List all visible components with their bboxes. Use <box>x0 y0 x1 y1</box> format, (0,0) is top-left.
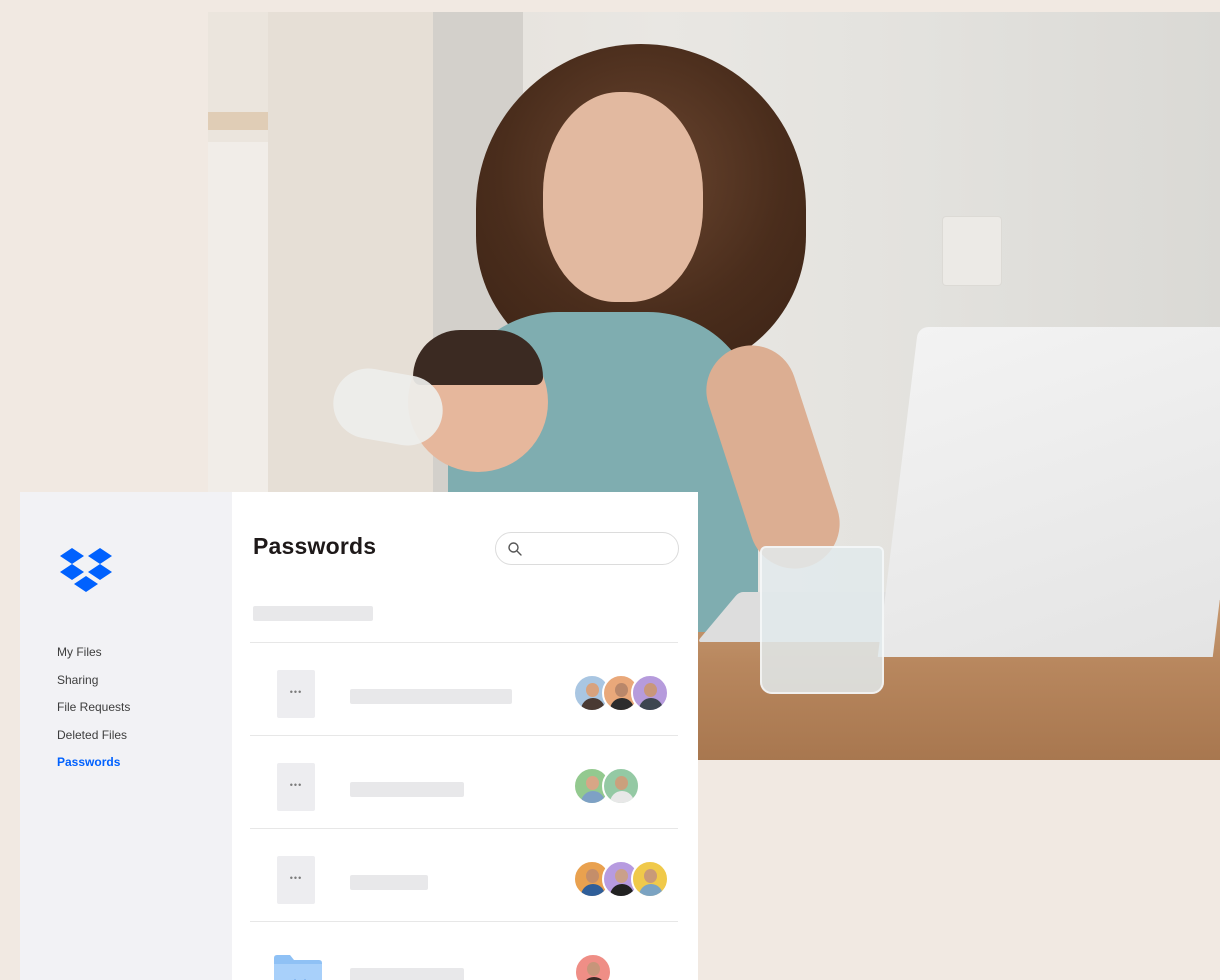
avatar-group <box>573 674 669 712</box>
password-row[interactable]: ⋮⋮ <box>250 921 678 980</box>
masked-dots: ••• <box>289 873 303 883</box>
password-row[interactable]: ••• <box>250 735 678 828</box>
app-window: My Files Sharing File Requests Deleted F… <box>20 492 698 980</box>
sidebar: My Files Sharing File Requests Deleted F… <box>20 492 232 980</box>
shared-folder-icon: ⋮⋮ <box>274 955 322 980</box>
password-tile-icon: ••• <box>277 763 315 811</box>
avatar <box>631 674 669 712</box>
password-tile-icon: ••• <box>277 856 315 904</box>
photo-laptop <box>877 327 1220 657</box>
masked-dots: ••• <box>289 780 303 790</box>
dropbox-logo-icon[interactable] <box>58 546 114 596</box>
row-name-placeholder <box>350 782 464 797</box>
row-name-placeholder <box>350 968 464 980</box>
sidebar-nav: My Files Sharing File Requests Deleted F… <box>57 642 130 780</box>
photo-shelf <box>208 112 268 130</box>
avatar <box>574 953 612 980</box>
avatar-group <box>574 953 612 980</box>
masked-dots: ••• <box>289 687 303 697</box>
search-box[interactable] <box>495 532 679 565</box>
photo-glass <box>760 546 884 694</box>
password-row[interactable]: ••• <box>250 828 678 921</box>
photo-woman-face <box>543 92 703 302</box>
sidebar-item-deleted-files[interactable]: Deleted Files <box>57 725 130 753</box>
password-row[interactable]: ••• <box>250 642 678 735</box>
sidebar-item-my-files[interactable]: My Files <box>57 642 130 670</box>
photo-cabinet <box>208 142 268 502</box>
sidebar-item-sharing[interactable]: Sharing <box>57 670 130 698</box>
avatar-group <box>573 767 641 805</box>
photo-light-switch <box>943 217 1001 285</box>
main-panel: Passwords ••• ••• ••• <box>232 492 698 980</box>
row-name-placeholder <box>350 689 512 704</box>
sidebar-item-passwords[interactable]: Passwords <box>57 752 130 780</box>
page-title: Passwords <box>253 533 377 559</box>
search-input[interactable] <box>528 538 672 561</box>
search-icon <box>508 542 522 556</box>
sidebar-item-file-requests[interactable]: File Requests <box>57 697 130 725</box>
photo-baby-hair <box>413 330 543 385</box>
password-tile-icon: ••• <box>277 670 315 718</box>
list-header-placeholder <box>253 606 373 621</box>
avatar <box>631 860 669 898</box>
avatar <box>602 767 640 805</box>
avatar-group <box>573 860 669 898</box>
row-name-placeholder <box>350 875 428 890</box>
